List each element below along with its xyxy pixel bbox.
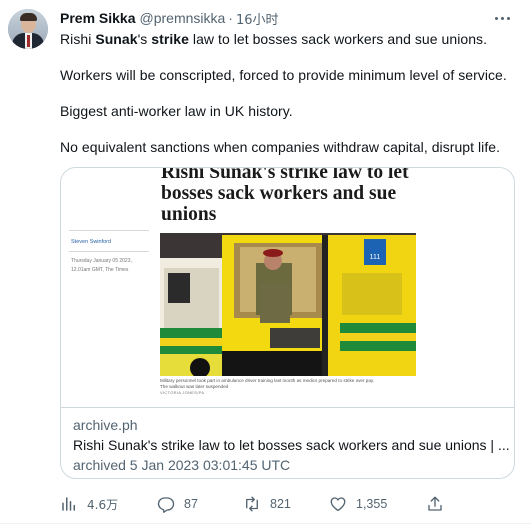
views-icon — [62, 497, 75, 511]
avatar[interactable] — [8, 9, 48, 49]
card-domain: archive.ph — [73, 417, 138, 433]
card-title: Rishi Sunak's strike law to let bosses s… — [73, 437, 510, 453]
views-count: 4.6万 — [87, 497, 119, 512]
action-bar: 4.6万 87 821 1,355 — [60, 494, 515, 516]
tweet[interactable]: Prem Sikka @premnsikka · 16小时 Rishi Suna… — [0, 0, 531, 524]
card-description: archived 5 Jan 2023 03:01:45 UTC — [73, 457, 291, 473]
tweet-header: Prem Sikka @premnsikka · 16小时 — [60, 9, 279, 28]
tweet-time[interactable]: 16小时 — [236, 9, 279, 28]
article-photo: 111 — [160, 233, 416, 376]
svg-text:111: 111 — [370, 254, 381, 261]
card-image[interactable]: Rishi Sunak's strike law to let bosses s… — [61, 168, 514, 408]
tweet-text-line-4: No equivalent sanctions when companies w… — [60, 139, 501, 155]
retweet-icon — [246, 496, 258, 512]
views-button[interactable]: 4.6万 — [60, 494, 118, 514]
author-handle[interactable]: @premnsikka — [140, 10, 226, 26]
author-name[interactable]: Prem Sikka — [60, 10, 136, 26]
more-icon[interactable] — [489, 5, 515, 31]
separator-dot: · — [228, 10, 233, 26]
retweet-button[interactable]: 821 — [243, 494, 291, 514]
article-author: Steven Swinford — [71, 239, 112, 245]
share-icon — [428, 496, 442, 511]
like-button[interactable]: 1,355 — [329, 494, 387, 514]
retweet-count: 821 — [270, 497, 291, 511]
tweet-text-line-3: Biggest anti-worker law in UK history. — [60, 103, 293, 119]
reply-count: 87 — [184, 497, 198, 511]
reply-button[interactable]: 87 — [157, 494, 198, 514]
link-card[interactable]: Rishi Sunak's strike law to let bosses s… — [60, 167, 515, 479]
like-count: 1,355 — [356, 497, 388, 511]
article-photo-credit: VICTORIA JONES/PA — [160, 390, 205, 395]
like-icon — [330, 497, 346, 512]
tweet-text-line-1: Rishi Sunak's strike law to let bosses s… — [60, 31, 488, 47]
reply-icon — [157, 497, 175, 513]
article-caption: Military personnel took part in ambulanc… — [160, 378, 375, 389]
tweet-text-line-2: Workers will be conscripted, forced to p… — [60, 67, 507, 83]
article-headline: Rishi Sunak's strike law to let bosses s… — [161, 168, 409, 225]
share-button[interactable] — [426, 494, 444, 514]
article-date: Thursday January 05 2023, 12.01am GMT, T… — [71, 258, 132, 273]
